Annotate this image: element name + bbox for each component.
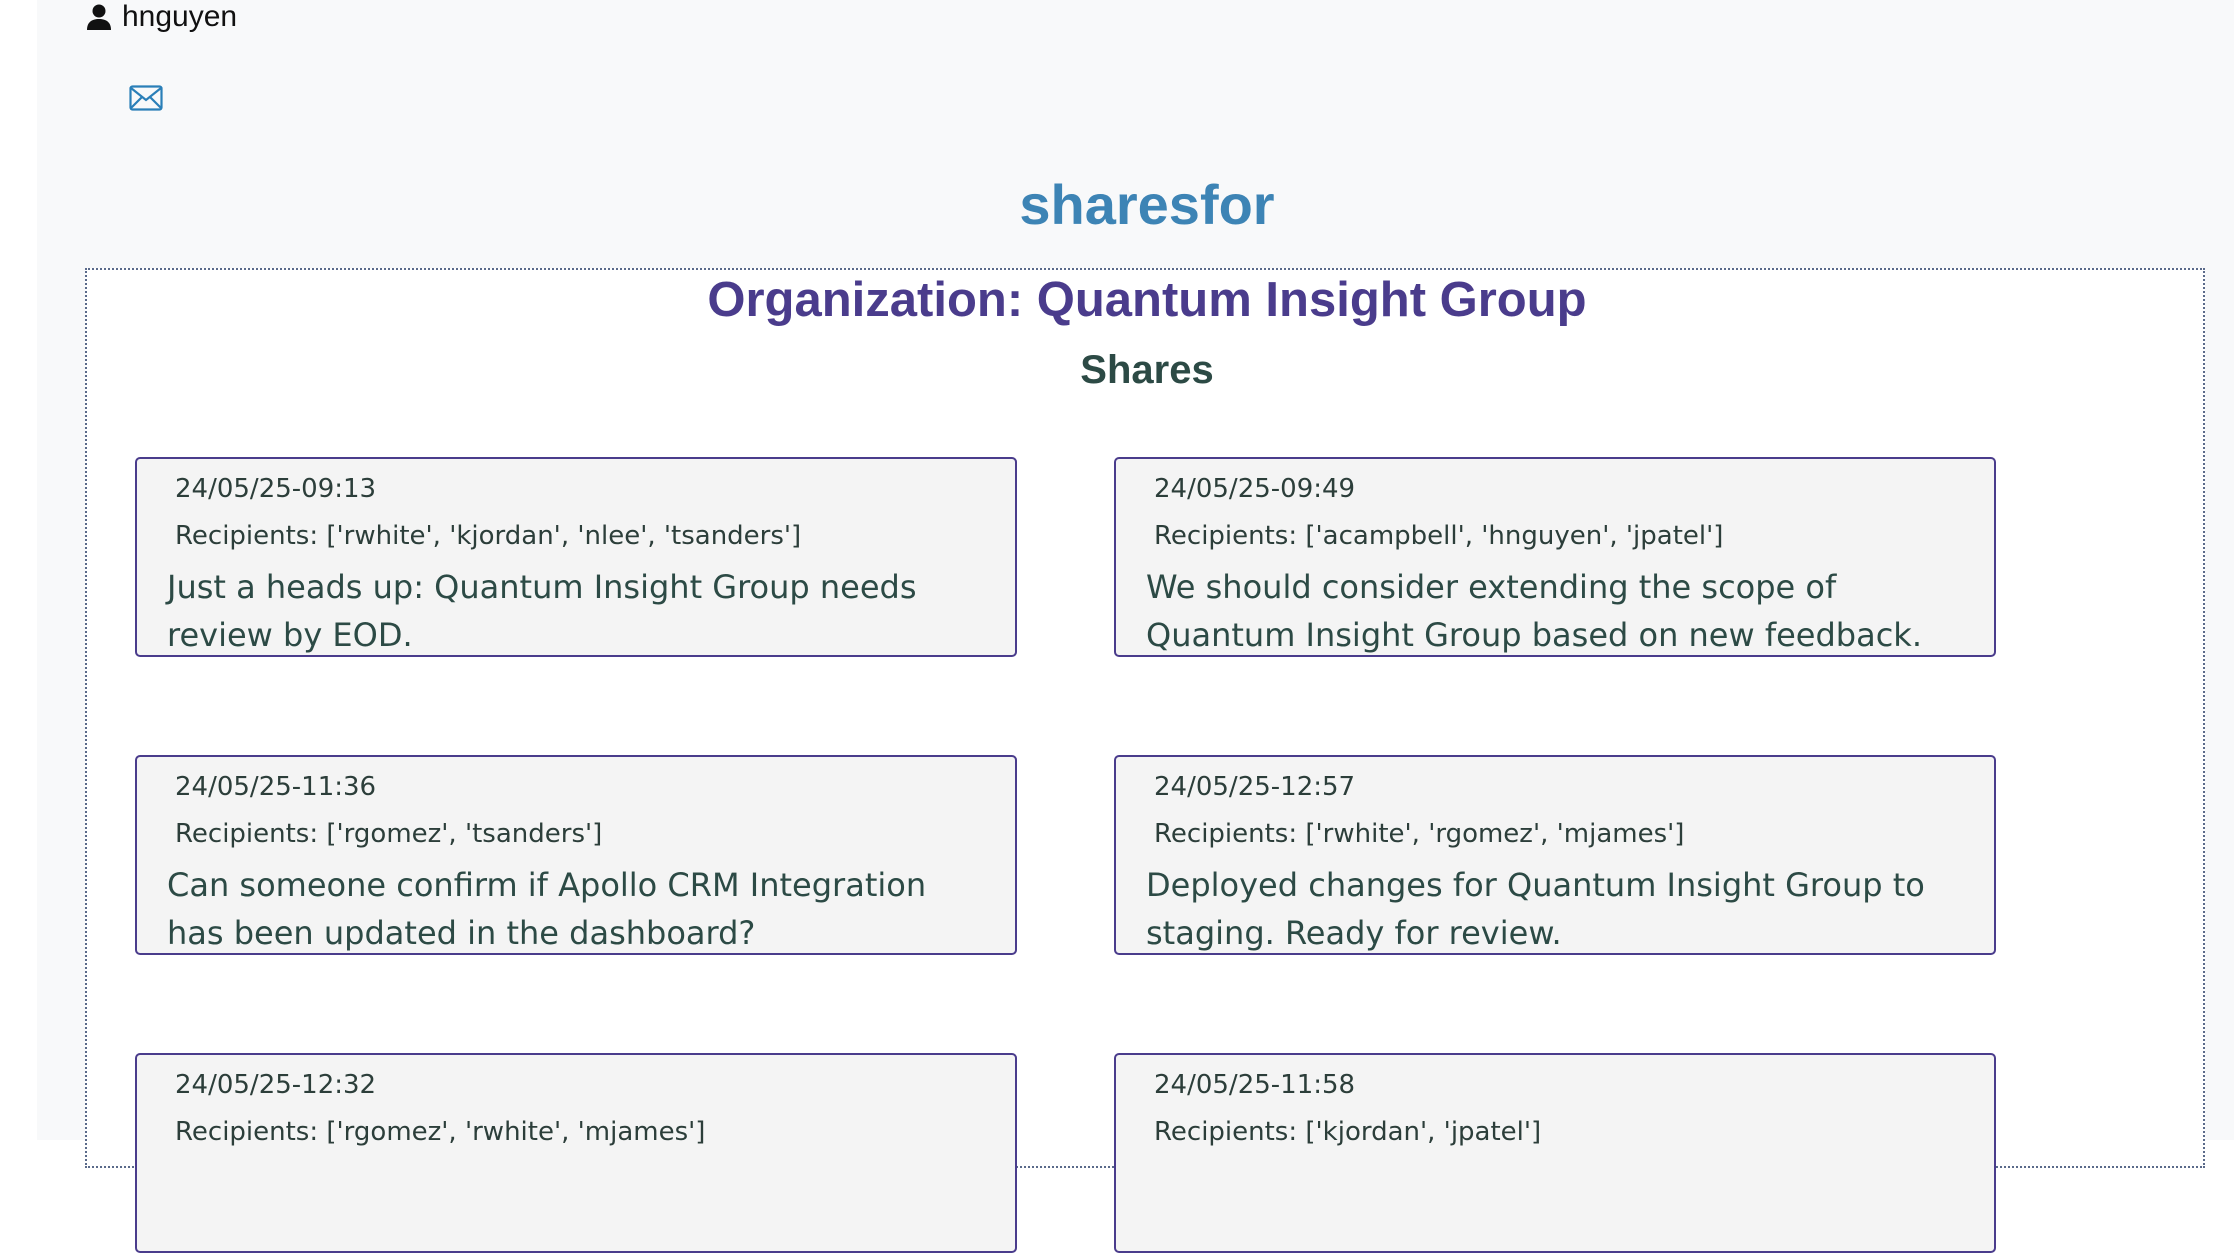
share-timestamp: 24/05/25-12:57 [1154,772,1356,802]
share-recipients: Recipients: ['kjordan', 'jpatel'] [1154,1117,1542,1147]
shares-heading: Shares [1080,348,1214,392]
share-timestamp: 24/05/25-11:36 [175,772,377,802]
share-recipients: Recipients: ['rwhite', 'rgomez', 'mjames… [1154,819,1685,849]
share-card: 24/05/25-11:36 Recipients: ['rgomez', 't… [135,755,1017,955]
share-recipients: Recipients: ['rwhite', 'kjordan', 'nlee'… [175,521,802,551]
share-card: 24/05/25-12:32 Recipients: ['rgomez', 'r… [135,1053,1017,1253]
share-timestamp: 24/05/25-12:32 [175,1070,377,1100]
mail-button[interactable] [129,85,163,111]
share-card: 24/05/25-12:57 Recipients: ['rwhite', 'r… [1114,755,1996,955]
share-timestamp: 24/05/25-11:58 [1154,1070,1356,1100]
share-recipients: Recipients: ['rgomez', 'tsanders'] [175,819,603,849]
current-user: hnguyen [86,0,237,34]
person-icon [87,4,111,30]
share-timestamp: 24/05/25-09:49 [1154,474,1356,504]
share-message: Deployed changes for Quantum Insight Gro… [1146,866,1925,952]
share-card: 24/05/25-11:58 Recipients: ['kjordan', '… [1114,1053,1996,1253]
organization-panel [85,268,2205,1168]
username: hnguyen [122,0,238,33]
share-message: Just a heads up: Quantum Insight Group n… [167,568,917,654]
share-recipients: Recipients: ['rgomez', 'rwhite', 'mjames… [175,1117,706,1147]
page-background: hnguyen sharesfor Organization: Quantum … [37,0,2234,1253]
share-message: Can someone confirm if Apollo CRM Integr… [167,866,927,952]
share-timestamp: 24/05/25-09:13 [175,474,377,504]
share-card: 24/05/25-09:13 Recipients: ['rwhite', 'k… [135,457,1017,657]
app-title: sharesfor [1019,173,1275,236]
share-message: We should consider extending the scope o… [1146,568,1922,654]
share-recipients: Recipients: ['acampbell', 'hnguyen', 'jp… [1154,521,1724,551]
envelope-icon [129,85,163,111]
share-card: 24/05/25-09:49 Recipients: ['acampbell',… [1114,457,1996,657]
organization-title: Organization: Quantum Insight Group [707,273,1587,327]
